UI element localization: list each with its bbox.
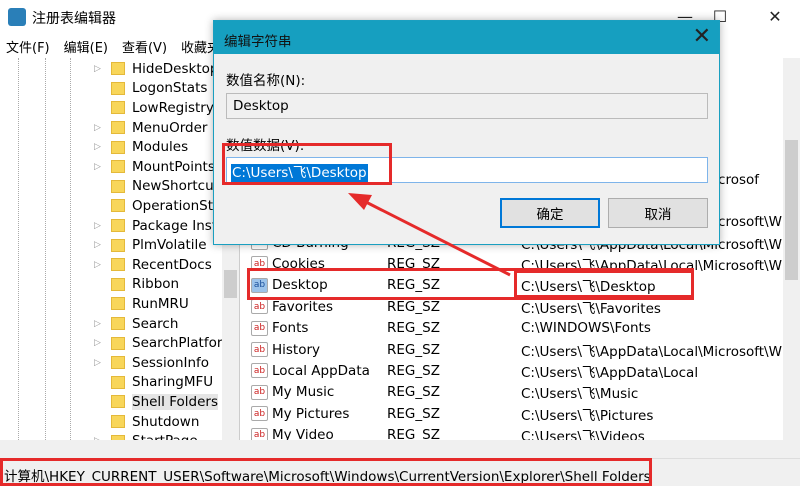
annotation-arrow — [348, 193, 511, 277]
